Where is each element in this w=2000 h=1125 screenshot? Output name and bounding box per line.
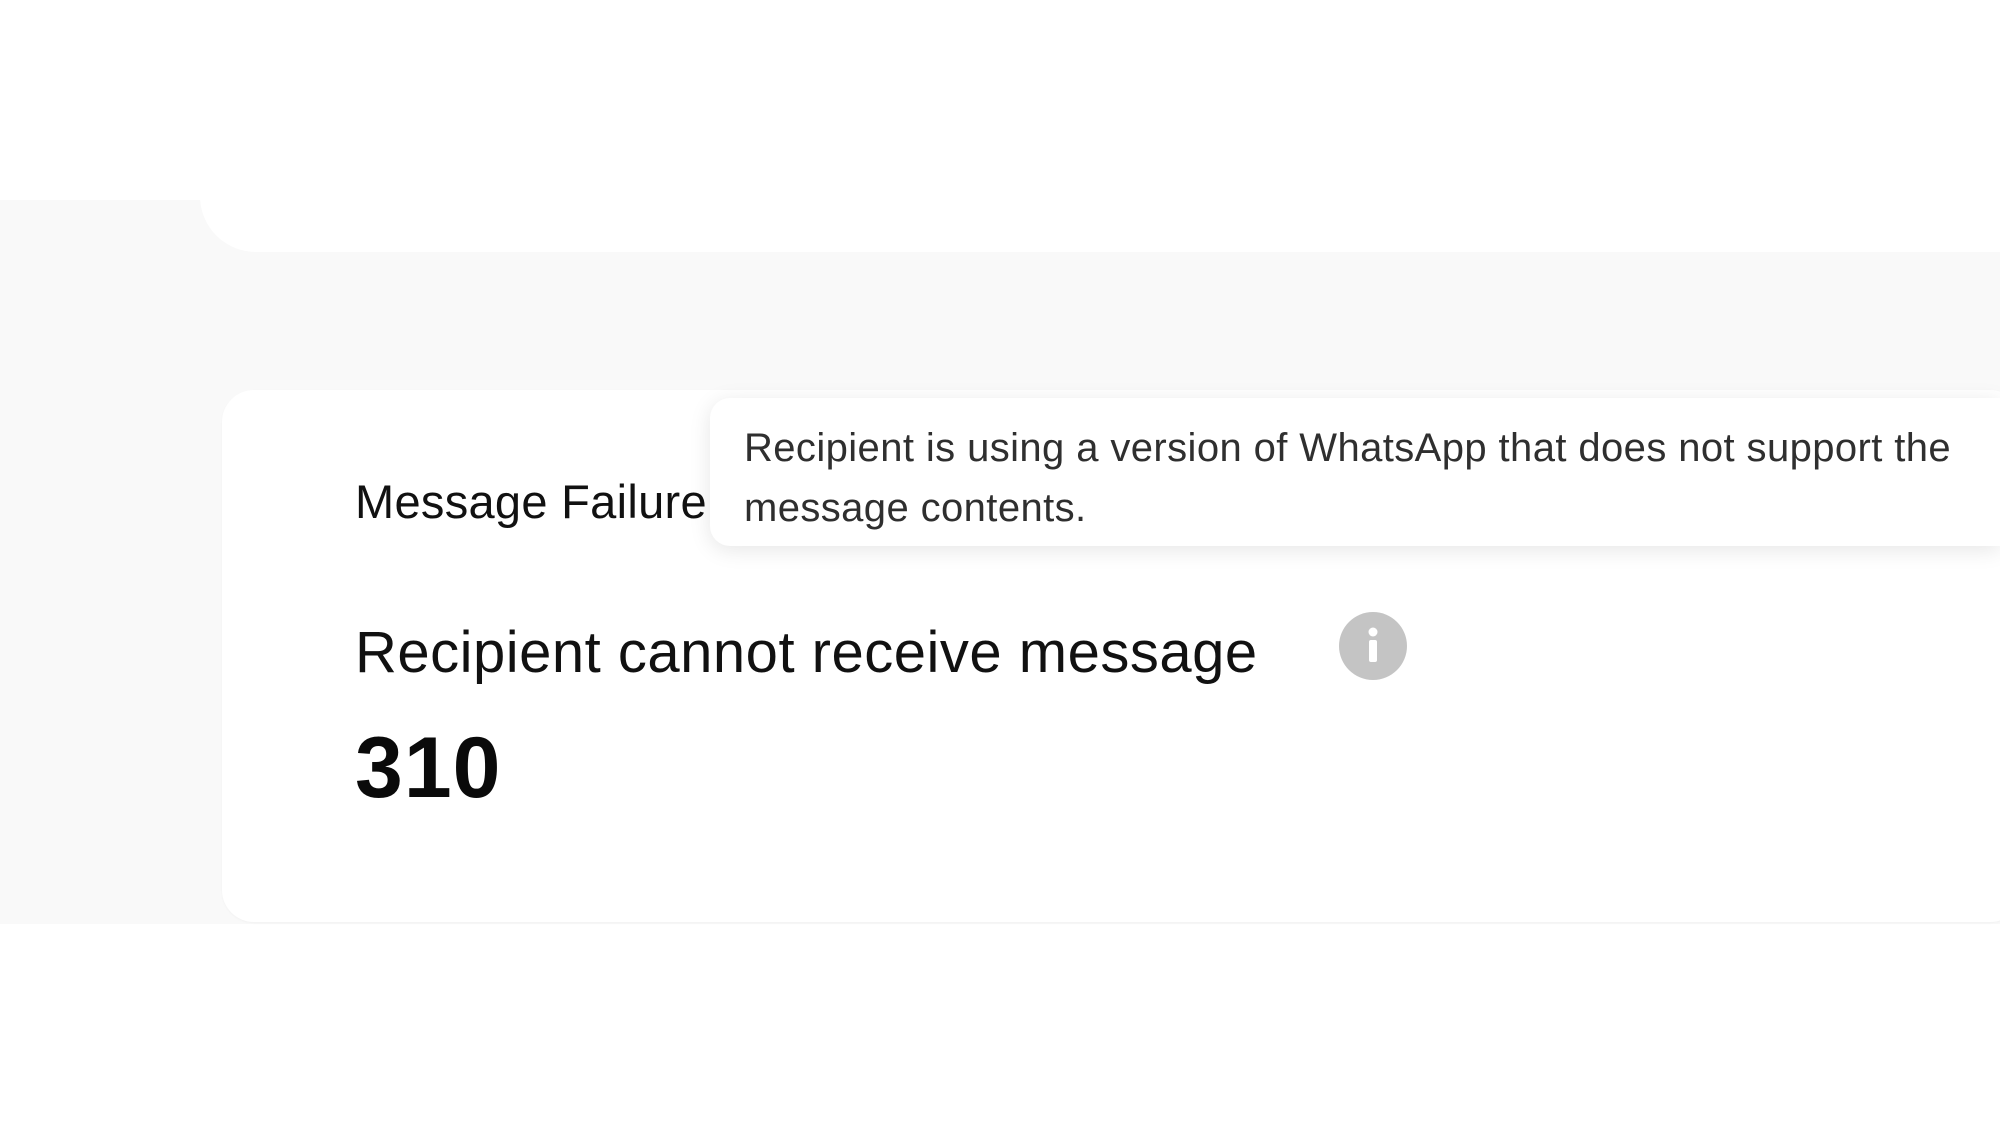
tooltip-text-line-1: Recipient is using a version of WhatsApp… [744, 426, 1952, 470]
metric-label: Recipient cannot receive message [355, 620, 1258, 685]
tooltip-text-line-2: message contents. [744, 486, 1087, 530]
card-title: Message Failure [355, 475, 707, 528]
metric-value: 310 [355, 720, 502, 816]
info-icon[interactable] [1339, 612, 1407, 680]
header-area [200, 0, 2000, 252]
info-tooltip: Recipient is using a version of WhatsApp… [710, 398, 2000, 546]
